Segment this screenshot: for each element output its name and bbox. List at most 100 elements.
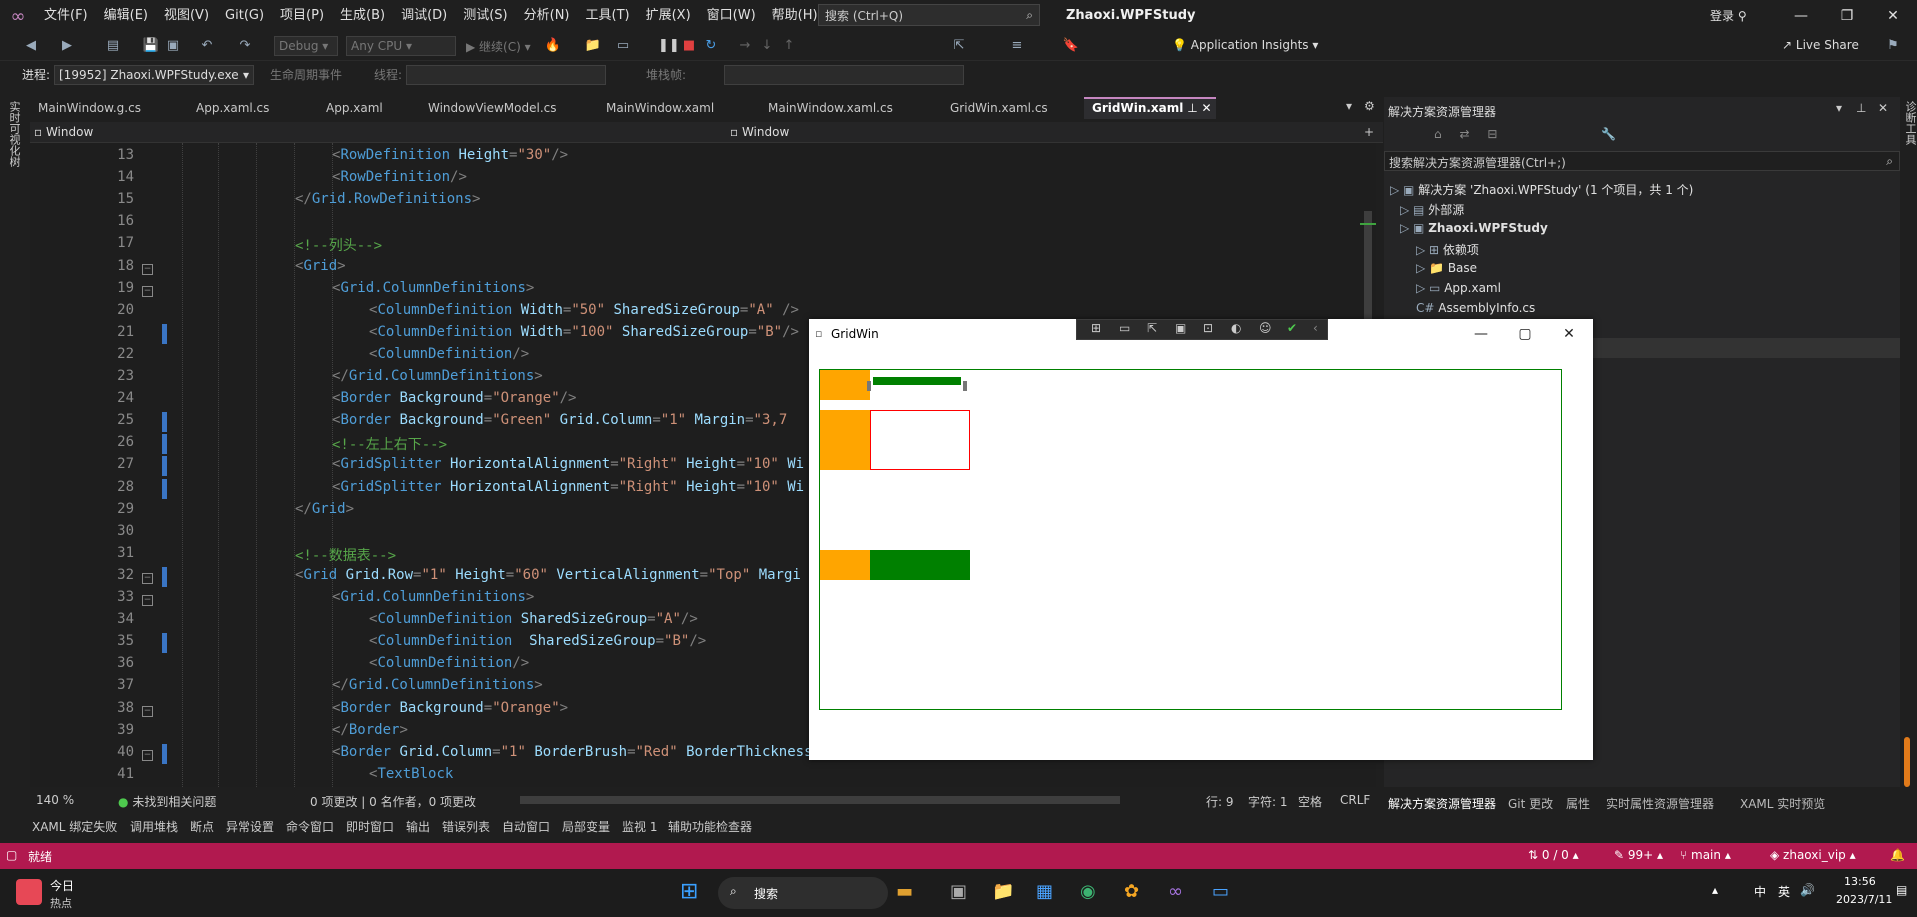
code-line[interactable]: <ColumnDefinition/>: [369, 655, 529, 671]
code-line[interactable]: <ColumnDefinition Width="100" SharedSize…: [369, 324, 799, 340]
file-explorer-icon[interactable]: 📁: [992, 881, 1014, 902]
code-line[interactable]: <Grid.ColumnDefinitions>: [332, 589, 534, 605]
bookmark-icon[interactable]: 🔖: [1062, 37, 1080, 55]
live-visual-tree-tab[interactable]: 实时可视化树: [6, 101, 22, 167]
solution-search-input[interactable]: 搜索解决方案资源管理器(Ctrl+;) ⌕: [1384, 151, 1900, 171]
sync-indicator[interactable]: ⇅ 0 / 0 ▴: [1528, 848, 1579, 862]
solution-tree-item[interactable]: C# AssemblyInfo.cs: [1416, 301, 1535, 315]
grid-splitter-left[interactable]: [867, 381, 871, 391]
hot-reload-ok-icon[interactable]: ✔: [1287, 321, 1297, 335]
solution-tree-item[interactable]: ▷ ▭ App.xaml: [1416, 281, 1501, 295]
tool-tab[interactable]: 断点: [190, 818, 214, 835]
solution-tree-item[interactable]: ▷ ▣ Zhaoxi.WPFStudy: [1400, 221, 1548, 235]
whitespace-indicator[interactable]: 空格: [1298, 793, 1322, 810]
grid-splitter-right[interactable]: [963, 381, 967, 391]
layout-icon[interactable]: ▭: [614, 37, 632, 55]
menu-item[interactable]: 文件(F): [36, 0, 96, 32]
home-icon[interactable]: ⌂: [1434, 127, 1442, 141]
gridwin-maximize-button[interactable]: ▢: [1503, 319, 1547, 349]
collapse-toolbar-icon[interactable]: ‹: [1313, 321, 1318, 335]
save-icon[interactable]: 💾: [142, 37, 160, 55]
tool-tab[interactable]: 监视 1: [622, 818, 657, 835]
code-line[interactable]: <TextBlock: [369, 766, 453, 782]
restore-button[interactable]: ❐: [1824, 0, 1870, 32]
gridwin-close-button[interactable]: ✕: [1547, 319, 1591, 349]
solution-tree-item[interactable]: ▷ ▤ 外部源: [1400, 201, 1464, 218]
eol-indicator[interactable]: CRLF: [1340, 793, 1370, 807]
code-line[interactable]: <RowDefinition Height="30"/>: [332, 147, 568, 163]
panel-close-icon[interactable]: ✕: [1878, 101, 1888, 115]
select-element-icon[interactable]: ⇱: [950, 37, 968, 55]
accessibility-icon[interactable]: ☺: [1259, 321, 1272, 335]
lifecycle-label[interactable]: 生命周期事件: [270, 66, 342, 83]
search-input[interactable]: 搜索 (Ctrl+Q) ⌕: [818, 4, 1040, 26]
fold-toggle-icon[interactable]: −: [142, 285, 153, 297]
camera-icon[interactable]: ▭: [1119, 321, 1130, 335]
ime-indicator[interactable]: 中: [1754, 883, 1766, 900]
redo-icon[interactable]: ↷: [236, 37, 254, 55]
code-line[interactable]: <ColumnDefinition SharedSizeGroup="B"/>: [369, 633, 706, 649]
changes-label[interactable]: 0 项更改 | 0 名作者，0 项更改: [310, 793, 476, 810]
user-indicator[interactable]: ◈ zhaoxi_vip ▴: [1770, 848, 1856, 862]
step-into-icon[interactable]: ↓: [758, 37, 776, 55]
branch-indicator[interactable]: ⑂ main ▴: [1680, 848, 1731, 862]
fold-toggle-icon[interactable]: −: [142, 705, 153, 717]
fold-toggle-icon[interactable]: −: [142, 572, 153, 584]
app-icon[interactable]: ✿: [1124, 881, 1139, 902]
tab-dropdown-icon[interactable]: ▾: [1346, 99, 1352, 113]
display-adorners-icon[interactable]: ▣: [1175, 321, 1186, 335]
menu-item[interactable]: 分析(N): [516, 0, 578, 32]
thread-select[interactable]: [406, 65, 606, 85]
code-line[interactable]: <!--数据表-->: [295, 545, 396, 565]
tab-app-xaml-cs[interactable]: App.xaml.cs: [188, 97, 322, 119]
solution-bottom-tab[interactable]: Git 更改: [1508, 795, 1553, 812]
menu-item[interactable]: 编辑(E): [96, 0, 156, 32]
volume-icon[interactable]: 🔊: [1800, 883, 1815, 897]
fold-toggle-icon[interactable]: −: [142, 595, 153, 606]
split-icon[interactable]: +: [1364, 125, 1374, 139]
tool-tab[interactable]: 自动窗口: [502, 818, 550, 835]
wpf-app-taskbar-icon[interactable]: ▭: [1212, 881, 1229, 902]
solution-tree-item[interactable]: ▷ ⊞ 依赖项: [1416, 241, 1479, 258]
code-line[interactable]: <!--左上右下-->: [332, 434, 447, 454]
edge-icon[interactable]: ◉: [1080, 881, 1096, 902]
save-all-icon[interactable]: ▣: [164, 37, 182, 55]
news-subtitle[interactable]: 热点: [50, 895, 72, 911]
collapse-icon[interactable]: ⊟: [1487, 127, 1497, 141]
tool-tab[interactable]: 命令窗口: [286, 818, 334, 835]
menu-item[interactable]: 生成(B): [332, 0, 393, 32]
comment-icon[interactable]: ≡: [1008, 37, 1026, 55]
code-line[interactable]: </Grid>: [295, 501, 354, 517]
code-line[interactable]: <Border Background="Orange"/>: [332, 390, 576, 406]
tab-mainwindow-xaml[interactable]: MainWindow.xaml: [598, 97, 764, 119]
tool-tab[interactable]: 局部变量: [562, 818, 610, 835]
clock-date[interactable]: 2023/7/11: [1836, 893, 1892, 906]
menu-item[interactable]: 测试(S): [455, 0, 515, 32]
code-line[interactable]: <GridSplitter HorizontalAlignment="Right…: [332, 479, 804, 495]
tab-gridwin-xaml-cs[interactable]: GridWin.xaml.cs: [942, 97, 1088, 119]
tool-tab[interactable]: 调用堆栈: [130, 818, 178, 835]
code-line[interactable]: </Grid.RowDefinitions>: [295, 191, 480, 207]
tab-mainwindow-g-cs[interactable]: MainWindow.g.cs: [30, 97, 192, 119]
fold-toggle-icon[interactable]: −: [142, 749, 153, 761]
issues-indicator[interactable]: ● 未找到相关问题: [118, 793, 216, 810]
code-line[interactable]: <Grid.ColumnDefinitions>: [332, 280, 534, 296]
code-line[interactable]: <GridSplitter HorizontalAlignment="Right…: [332, 456, 804, 472]
menu-item[interactable]: 调试(D): [393, 0, 455, 32]
solution-bottom-tab[interactable]: 属性: [1566, 795, 1590, 812]
platform-select[interactable]: Any CPU ▾: [346, 36, 456, 56]
sync-icon[interactable]: ⇄: [1459, 127, 1469, 141]
menu-item[interactable]: 扩展(X): [638, 0, 699, 32]
menu-item[interactable]: 窗口(W): [699, 0, 764, 32]
code-line[interactable]: <ColumnDefinition/>: [369, 346, 529, 362]
step-over-icon[interactable]: →: [736, 37, 754, 55]
step-out-icon[interactable]: ↑: [780, 37, 798, 55]
login-button[interactable]: 登录 ⚲: [1710, 0, 1747, 32]
track-focus-icon[interactable]: ⊡: [1203, 321, 1213, 335]
code-line[interactable]: <!--列头-->: [295, 235, 382, 255]
tool-tab[interactable]: 即时窗口: [346, 818, 394, 835]
gridwin-minimize-button[interactable]: —: [1459, 319, 1503, 349]
settings-icon[interactable]: ⚙: [1364, 99, 1375, 113]
menu-item[interactable]: Git(G): [217, 0, 272, 32]
select-element-icon[interactable]: ⇱: [1147, 321, 1157, 335]
